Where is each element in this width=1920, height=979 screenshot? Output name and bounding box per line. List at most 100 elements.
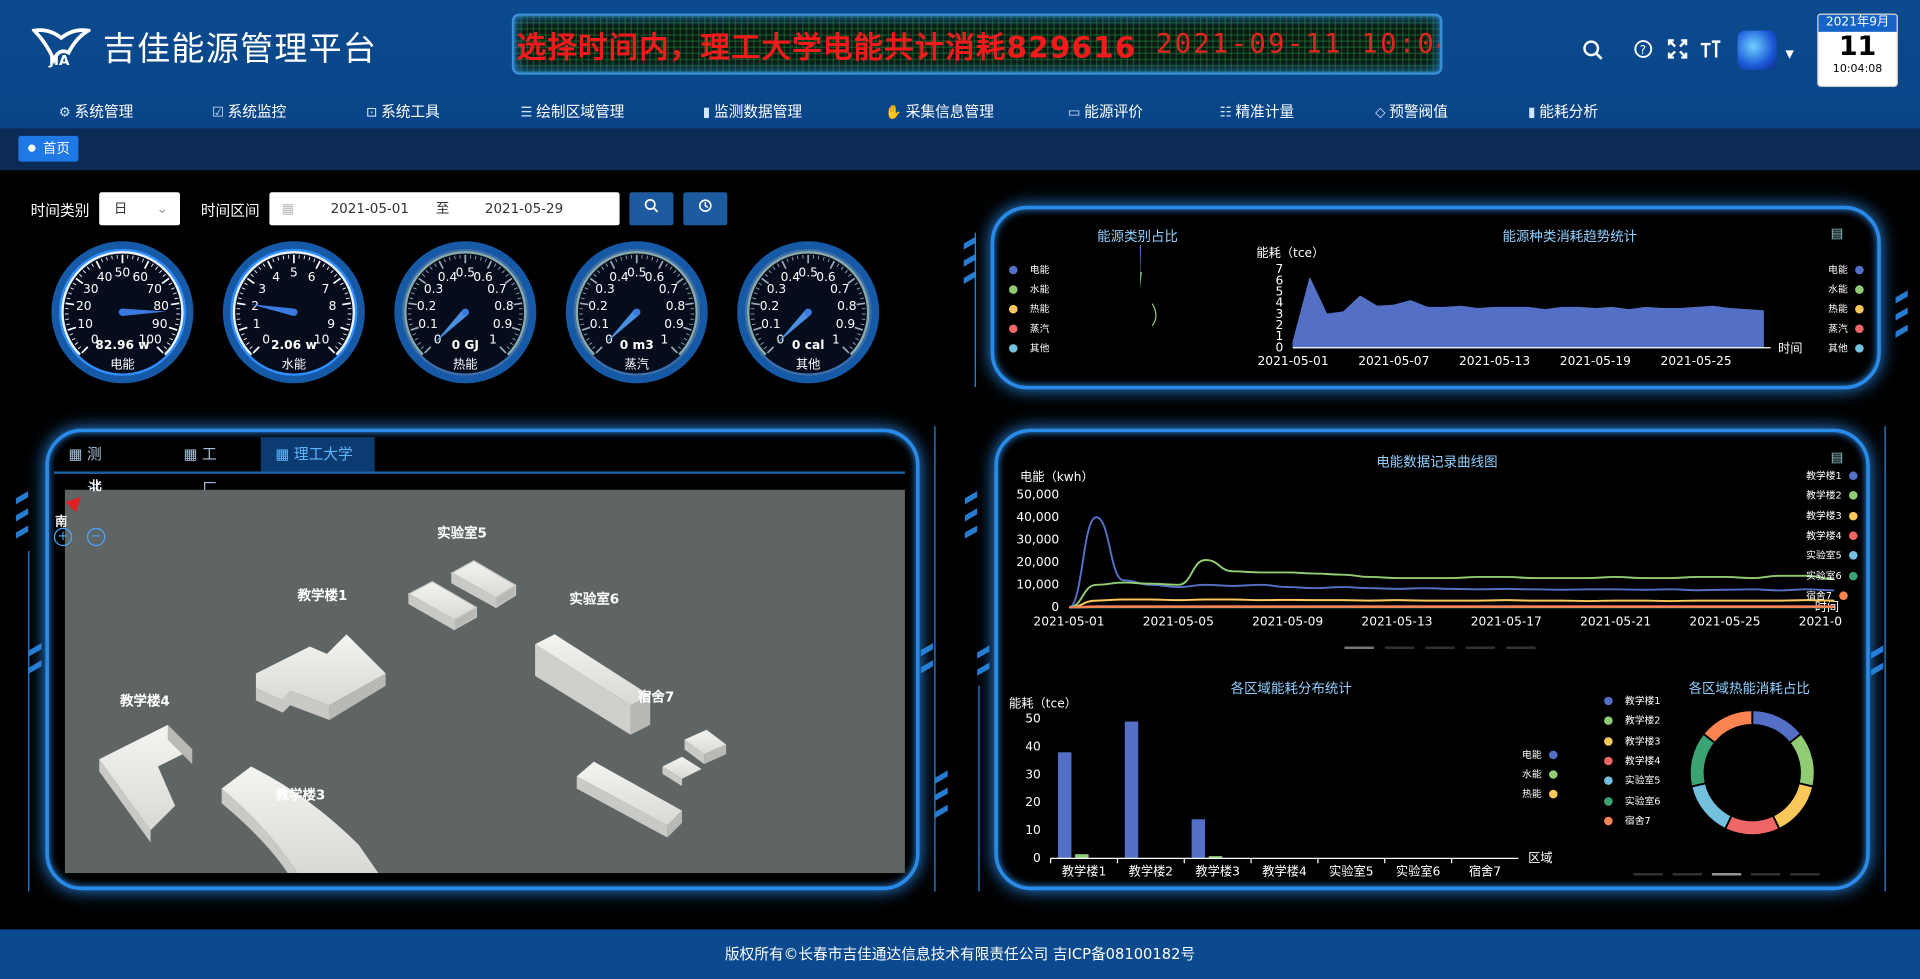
legend-item[interactable]: 宿舍7 [1806, 589, 1848, 602]
start-date[interactable]: 2021-05-01 [331, 192, 409, 225]
nav-item-metering[interactable]: ☷ 精准计量 [1220, 100, 1295, 121]
gauge-tick-label: 0.7 [487, 282, 506, 296]
legend-item[interactable]: 电能 [1828, 263, 1864, 276]
chart-pager[interactable] [1344, 646, 1536, 649]
building-label[interactable]: 实验室5 [437, 523, 487, 543]
legend-item[interactable]: 蒸汽 [1008, 322, 1050, 335]
building-label[interactable]: 教学楼1 [298, 585, 348, 605]
date-range-picker[interactable]: ▦ 2021-05-01 至 2021-05-29 [269, 192, 620, 226]
gauge-value: 0 m3 [620, 338, 654, 352]
breadcrumb-home[interactable]: 首页 [18, 135, 79, 162]
legend-item[interactable]: 教学楼4 [1806, 529, 1858, 542]
building-label[interactable]: 教学楼3 [276, 785, 326, 805]
reset-button[interactable] [683, 192, 728, 226]
help-icon[interactable]: ? [1633, 39, 1653, 65]
document-icon[interactable]: ▤ [1831, 225, 1844, 241]
legend-dot [1855, 285, 1864, 294]
shield-icon: ◇ [1375, 104, 1386, 121]
energy-trend-chart: 01234567能耗（tce）2021-05-01 2021-05-07 2021-… [1256, 246, 1802, 368]
nav-item-consumption-analysis[interactable]: ▮ 能耗分析 [1528, 100, 1598, 121]
building-lab5 [407, 560, 517, 631]
legend-dot [1604, 736, 1613, 746]
legend-item[interactable]: 热能 [1522, 787, 1558, 800]
legend-item[interactable]: 电能 [1522, 748, 1558, 761]
end-date[interactable]: 2021-05-29 [485, 192, 563, 225]
legend-item[interactable]: 教学楼1 [1806, 469, 1858, 482]
legend-item[interactable]: 教学楼1 [1604, 694, 1661, 707]
legend-item[interactable]: 电能 [1008, 263, 1049, 276]
nav-item-region-draw[interactable]: ☰ 绘制区域管理 [520, 100, 624, 121]
legend-item[interactable]: 实验室6 [1806, 569, 1858, 582]
legend-item[interactable]: 其他 [1828, 342, 1864, 355]
gauge-tick-label: 9 [327, 317, 335, 331]
chevron-down-icon[interactable]: ▼ [1785, 49, 1793, 61]
campus-3d-map[interactable] [64, 489, 905, 874]
gauge-hub [118, 308, 127, 316]
nav-item-alarm-threshold[interactable]: ◇ 预警阀值 [1375, 100, 1448, 121]
legend-item[interactable]: 水能 [1522, 768, 1558, 781]
deco-line [28, 551, 30, 892]
legend-dot [1849, 491, 1858, 500]
nav-item-system-manage[interactable]: ⚙ 系统管理 [59, 100, 134, 121]
legend-item[interactable]: 实验室5 [1806, 549, 1858, 562]
panel-deco [1871, 662, 1884, 676]
x-tick-label: 宿舍7 [1469, 864, 1501, 879]
legend-item[interactable]: 水能 [1828, 283, 1864, 296]
zoom-in-icon[interactable]: + [53, 527, 73, 547]
legend-item[interactable]: 热能 [1828, 302, 1864, 315]
nav-item-energy-eval[interactable]: ▭ 能源评价 [1068, 100, 1143, 121]
legend-label: 实验室5 [1624, 775, 1661, 787]
logo[interactable]: JIA 吉佳能源管理平台 [30, 22, 377, 70]
deco-line [974, 232, 976, 387]
legend-item[interactable]: 实验室5 [1604, 774, 1661, 787]
search-icon[interactable] [1582, 39, 1604, 67]
legend-label: 水能 [1522, 768, 1542, 781]
legend-label: 教学楼4 [1806, 530, 1842, 542]
monitor-icon: ☑ [211, 104, 224, 121]
legend-item[interactable]: 热能 [1008, 302, 1049, 315]
legend-item[interactable]: 教学楼2 [1604, 714, 1661, 727]
tab-test-factory[interactable]: ▦测试工厂 [54, 437, 116, 566]
fullscreen-icon[interactable] [1667, 39, 1688, 65]
zoom-out-icon[interactable]: − [86, 527, 106, 547]
donut-pager[interactable] [1633, 873, 1820, 876]
legend-label: 水能 [1828, 284, 1848, 296]
legend-item[interactable]: 教学楼3 [1604, 734, 1661, 747]
legend-label: 蒸汽 [1029, 323, 1050, 335]
nav-item-system-monitor[interactable]: ☑ 系统监控 [212, 100, 287, 121]
avatar[interactable] [1737, 30, 1777, 70]
legend-item[interactable]: 教学楼3 [1806, 509, 1858, 522]
heat-donut-chart [1688, 709, 1816, 836]
legend-item[interactable]: 蒸汽 [1828, 322, 1864, 335]
legend-item[interactable]: 教学楼2 [1806, 489, 1858, 502]
building-label[interactable]: 教学楼4 [120, 691, 170, 711]
donut-slice [1688, 732, 1717, 788]
gauge-tick-label: 4 [272, 270, 280, 284]
legend-item[interactable]: 水能 [1008, 283, 1049, 296]
document-icon[interactable]: ▤ [1831, 449, 1844, 465]
tab-ligong-university[interactable]: ▦ 理工大学 [260, 437, 375, 472]
building-label[interactable]: 宿舍7 [638, 687, 674, 707]
deco-line [978, 685, 980, 892]
gauge-tick-label: 10 [77, 317, 93, 331]
svg-text:JIA: JIA [48, 53, 70, 66]
y-tick-label: 10 [1025, 823, 1041, 837]
tab-factory-a[interactable]: ▦工厂A [169, 437, 231, 532]
legend-item[interactable]: 实验室6 [1604, 794, 1661, 807]
font-size-icon[interactable] [1700, 39, 1722, 65]
building-label[interactable]: 实验室6 [569, 589, 619, 609]
search-button[interactable] [629, 192, 674, 226]
nav-item-system-tools[interactable]: ⊡ 系统工具 [366, 100, 440, 121]
gauge-name: 蒸汽 [624, 357, 648, 372]
gauge-tick-label: 7 [322, 282, 330, 296]
gauge-tick-label: 8 [329, 299, 337, 313]
search-icon [644, 198, 659, 213]
x-tick-label: 实验室6 [1396, 864, 1441, 879]
legend-item[interactable]: 教学楼4 [1604, 754, 1661, 767]
nav-item-monitor-data[interactable]: ▮ 监测数据管理 [703, 100, 802, 121]
nav-item-collect-info[interactable]: ✋ 采集信息管理 [885, 100, 994, 121]
legend-item[interactable]: 其他 [1008, 342, 1049, 355]
time-type-select[interactable]: 日 ⌄ [99, 192, 181, 226]
legend-item[interactable]: 宿舍7 [1604, 814, 1651, 827]
legend-dot [1008, 285, 1018, 294]
